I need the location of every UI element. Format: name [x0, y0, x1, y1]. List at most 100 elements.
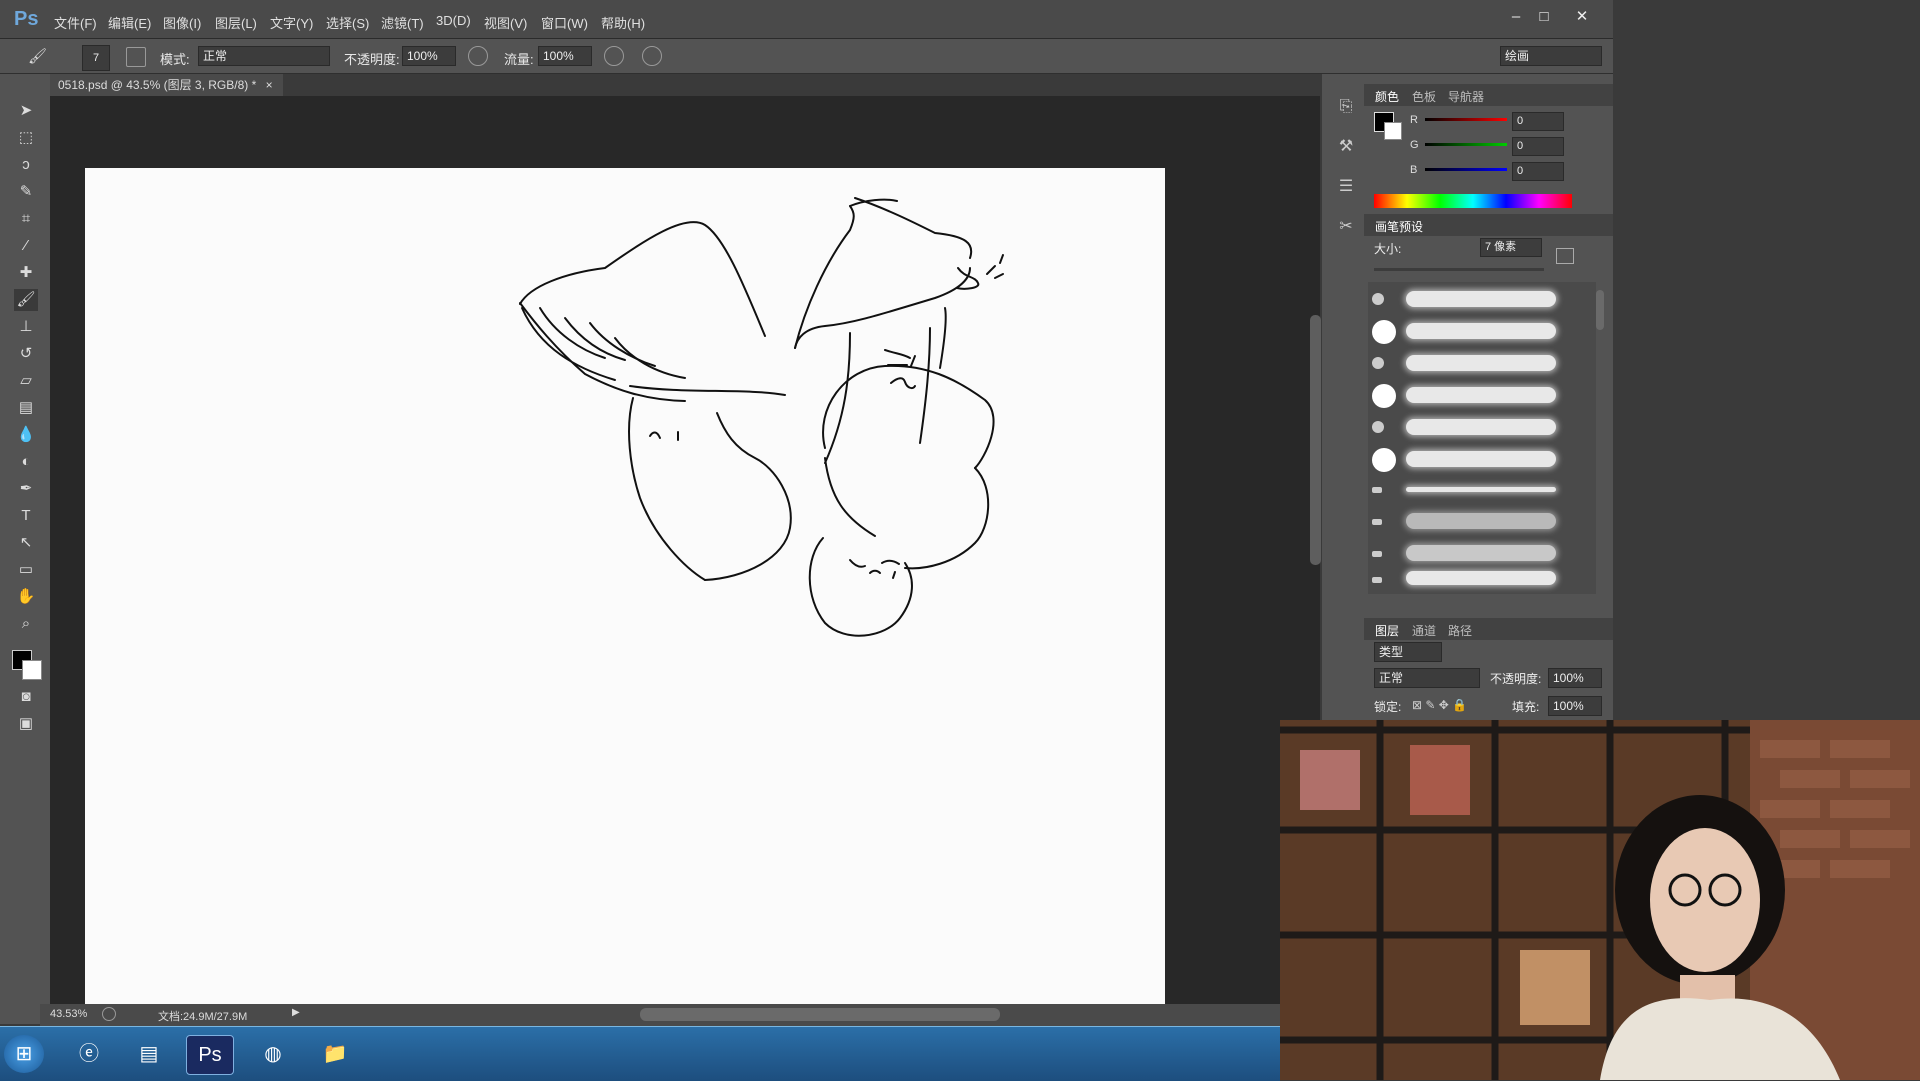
ie-icon[interactable]: ⓔ	[66, 1035, 112, 1073]
lock-icons[interactable]: ⊠ ✎ ✥ 🔒	[1412, 698, 1467, 712]
brush-tool-preset-icon[interactable]: 🖌	[28, 47, 50, 67]
menu-filter[interactable]: 滤镜(T)	[381, 13, 424, 32]
menu-help[interactable]: 帮助(H)	[601, 13, 645, 32]
opacity-input[interactable]: 100%	[402, 46, 456, 66]
explorer-window-icon[interactable]: ▤	[126, 1035, 172, 1073]
brush-presets-title[interactable]: 画笔预设	[1375, 218, 1423, 235]
brush-preset-item[interactable]	[1368, 379, 1608, 411]
document-tab[interactable]: 0518.psd @ 43.5% (图层 3, RGB/8) * ×	[50, 74, 283, 96]
type-icon[interactable]: T	[14, 505, 38, 527]
r-slider[interactable]	[1425, 118, 1507, 121]
minimize-button[interactable]: –	[1502, 6, 1530, 28]
quick-mask-icon[interactable]: ◙	[14, 686, 38, 708]
move-icon[interactable]: ➤	[14, 100, 38, 122]
menu-view[interactable]: 视图(V)	[484, 13, 527, 32]
b-slider[interactable]	[1425, 168, 1507, 171]
dodge-icon[interactable]: ◐	[14, 451, 38, 473]
history-panel-icon[interactable]: ⎘	[1333, 94, 1359, 120]
menu-file[interactable]: 文件(F)	[54, 13, 97, 32]
color-bg-swatch[interactable]	[1384, 122, 1402, 140]
folder-icon[interactable]: 📁	[312, 1035, 358, 1073]
workspace-select[interactable]: 绘画	[1500, 46, 1602, 66]
crop-icon[interactable]: ⌗	[14, 208, 38, 230]
mode-label: 模式:	[160, 52, 190, 67]
background-color-swatch[interactable]	[22, 660, 42, 680]
screen-mode-icon[interactable]: ▣	[14, 713, 38, 735]
menu-window[interactable]: 窗口(W)	[541, 13, 588, 32]
close-document-icon[interactable]: ×	[266, 78, 273, 92]
lock-label: 锁定:	[1374, 700, 1402, 714]
tab-paths[interactable]: 路径	[1448, 622, 1472, 639]
brush-size-picker[interactable]: 7	[82, 45, 110, 71]
brush-preset-item[interactable]	[1368, 507, 1608, 539]
airbrush-icon[interactable]	[604, 46, 624, 66]
brush-size-slider[interactable]	[1374, 268, 1544, 271]
r-input[interactable]: 0	[1512, 112, 1564, 131]
brush-preset-item[interactable]	[1368, 315, 1608, 347]
pen-icon[interactable]: ✒	[14, 478, 38, 500]
brush-preset-item[interactable]	[1368, 347, 1608, 379]
maximize-button[interactable]: □	[1530, 6, 1558, 28]
tab-channels[interactable]: 通道	[1412, 622, 1436, 639]
brush-panel-toggle-icon[interactable]	[126, 47, 146, 67]
tab-layers[interactable]: 图层	[1375, 622, 1399, 639]
properties-panel-icon[interactable]: ☰	[1333, 174, 1359, 200]
menu-edit[interactable]: 编辑(E)	[108, 13, 151, 32]
actions-panel-icon[interactable]: ⚒	[1333, 134, 1359, 160]
layer-opacity-input[interactable]: 100%	[1548, 668, 1602, 688]
zoom-icon[interactable]: ⌕	[14, 613, 38, 635]
status-menu-arrow-icon[interactable]: ▶	[292, 1007, 300, 1018]
brush-preset-item[interactable]	[1368, 475, 1608, 507]
g-slider[interactable]	[1425, 143, 1507, 146]
brush-preset-item[interactable]	[1368, 565, 1608, 597]
horizontal-scrollbar[interactable]	[640, 1008, 1000, 1021]
flow-input[interactable]: 100%	[538, 46, 592, 66]
vertical-scrollbar[interactable]	[1310, 315, 1321, 565]
path-select-icon[interactable]: ↖	[14, 532, 38, 554]
menu-layer[interactable]: 图层(L)	[215, 13, 257, 32]
menu-3d[interactable]: 3D(D)	[436, 13, 471, 28]
menu-type[interactable]: 文字(Y)	[270, 13, 313, 32]
zoom-level[interactable]: 43.53%	[50, 1008, 87, 1020]
marquee-icon[interactable]: ⬚	[14, 127, 38, 149]
brush-icon[interactable]: 🖌	[14, 289, 38, 311]
brush-preset-item[interactable]	[1368, 411, 1608, 443]
canvas[interactable]	[85, 168, 1165, 1004]
eraser-icon[interactable]: ▱	[14, 370, 38, 392]
brush-preset-item[interactable]	[1368, 283, 1608, 315]
history-brush-icon[interactable]: ↺	[14, 343, 38, 365]
tool-presets-icon[interactable]: ✂	[1333, 214, 1359, 240]
menu-image[interactable]: 图像(I)	[163, 13, 201, 32]
color-spectrum-ramp[interactable]	[1374, 194, 1572, 208]
photoshop-taskbar-icon[interactable]: Ps	[186, 1035, 234, 1075]
b-input[interactable]: 0	[1512, 162, 1564, 181]
brush-preset-new-icon[interactable]	[1556, 248, 1574, 264]
shape-icon[interactable]: ▭	[14, 559, 38, 581]
menu-select[interactable]: 选择(S)	[326, 13, 369, 32]
healing-icon[interactable]: ✚	[14, 262, 38, 284]
lasso-icon[interactable]: ↄ	[14, 154, 38, 176]
pressure-opacity-icon[interactable]	[468, 46, 488, 66]
browser-icon[interactable]: ◍	[250, 1035, 296, 1073]
stamp-icon[interactable]: ⊥	[14, 316, 38, 338]
tab-color[interactable]: 颜色	[1375, 88, 1399, 105]
status-info-icon[interactable]	[102, 1007, 116, 1021]
gradient-icon[interactable]: ▤	[14, 397, 38, 419]
mode-select[interactable]: 正常	[198, 46, 330, 66]
close-window-button[interactable]: ✕	[1568, 6, 1596, 28]
quick-select-icon[interactable]: ✎	[14, 181, 38, 203]
brush-list-scrollbar[interactable]	[1596, 290, 1604, 330]
start-button-icon[interactable]: ⊞	[4, 1035, 44, 1073]
layer-filter-select[interactable]: 类型	[1374, 642, 1442, 662]
pressure-size-icon[interactable]	[642, 46, 662, 66]
eyedropper-icon[interactable]: ⁄	[14, 235, 38, 257]
blend-mode-select[interactable]: 正常	[1374, 668, 1480, 688]
hand-icon[interactable]: ✋	[14, 586, 38, 608]
tab-navigator[interactable]: 导航器	[1448, 88, 1484, 105]
fill-input[interactable]: 100%	[1548, 696, 1602, 716]
brush-size-input[interactable]: 7 像素	[1480, 238, 1542, 257]
g-input[interactable]: 0	[1512, 137, 1564, 156]
blur-icon[interactable]: 💧	[14, 424, 38, 446]
brush-preset-item[interactable]	[1368, 443, 1608, 475]
tab-swatches[interactable]: 色板	[1412, 88, 1436, 105]
